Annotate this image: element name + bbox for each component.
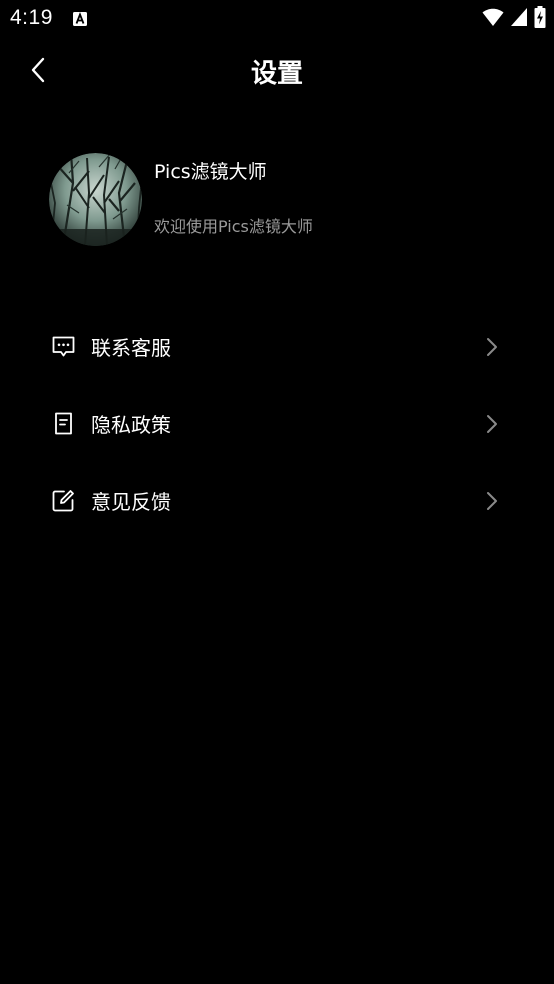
menu-item-privacy-policy[interactable]: 隐私政策: [0, 385, 554, 462]
status-icons: [482, 6, 546, 32]
settings-menu: 联系客服 隐私政策 意见反馈: [0, 308, 554, 539]
app-bar: 设置: [0, 40, 554, 102]
a-square-icon: [72, 11, 88, 27]
chevron-right-icon: [482, 413, 502, 435]
menu-item-label: 联系客服: [91, 336, 171, 360]
menu-item-contact-support[interactable]: 联系客服: [0, 308, 554, 385]
chevron-right-icon: [482, 336, 502, 358]
avatar[interactable]: [49, 153, 142, 246]
battery-charging-icon: [534, 6, 546, 32]
chevron-right-icon: [482, 490, 502, 512]
signal-icon: [510, 7, 528, 31]
page-title: 设置: [250, 59, 303, 89]
document-icon: [51, 411, 76, 436]
menu-item-label: 意见反馈: [91, 490, 171, 514]
profile-name: Pics滤镜大师: [154, 161, 267, 183]
status-bar: 4:19: [0, 0, 554, 38]
wifi-icon: [482, 7, 504, 31]
profile-subtitle: 欢迎使用Pics滤镜大师: [154, 217, 313, 236]
menu-item-feedback[interactable]: 意见反馈: [0, 462, 554, 539]
menu-item-label: 隐私政策: [91, 413, 171, 437]
forest-avatar-image: [49, 153, 142, 246]
message-dots-icon: [51, 334, 76, 359]
edit-icon: [51, 488, 76, 513]
status-time: 4:19: [10, 6, 53, 29]
profile-card: Pics滤镜大师 欢迎使用Pics滤镜大师: [49, 153, 509, 247]
